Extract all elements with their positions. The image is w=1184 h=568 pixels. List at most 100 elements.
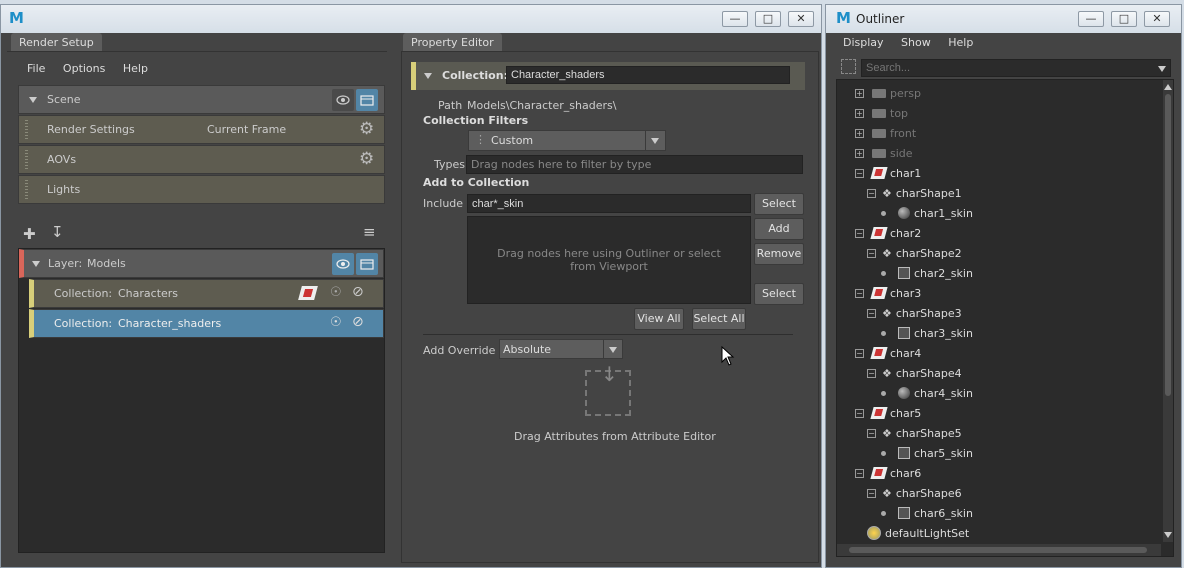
- outliner-item-shape[interactable]: − ❖ charShape5: [867, 423, 962, 443]
- menu-display[interactable]: Display: [843, 36, 884, 49]
- drop-area[interactable]: Drag nodes here using Outliner or select…: [467, 216, 751, 304]
- maximize-button[interactable]: □: [755, 11, 781, 27]
- menu-file[interactable]: File: [27, 62, 45, 75]
- drop-attribute-icon[interactable]: ↓: [585, 362, 631, 416]
- outliner-item-skin[interactable]: char6_skin: [881, 503, 973, 523]
- types-field[interactable]: Drag nodes here to filter by type: [466, 155, 803, 174]
- gear-icon[interactable]: ⚙: [359, 149, 374, 169]
- outliner-item-char[interactable]: − char3: [855, 283, 921, 303]
- close-button[interactable]: ✕: [788, 11, 814, 27]
- filter-dropdown[interactable]: ⋮ Custom: [468, 130, 666, 151]
- collapse-triangle-icon[interactable]: [29, 97, 37, 103]
- outliner-item-shape[interactable]: − ❖ charShape3: [867, 303, 962, 323]
- minimize-button[interactable]: —: [722, 11, 748, 27]
- tab-property-editor[interactable]: Property Editor: [403, 33, 502, 51]
- chevron-down-icon[interactable]: [1158, 66, 1166, 72]
- checklist-icon[interactable]: ≡: [363, 223, 376, 241]
- select-button[interactable]: Select: [754, 193, 804, 215]
- menu-help[interactable]: Help: [948, 36, 973, 49]
- outliner-item-camera[interactable]: + persp: [855, 83, 921, 103]
- menu-options[interactable]: Options: [63, 62, 105, 75]
- outliner-item-shape[interactable]: − ❖ charShape4: [867, 363, 962, 383]
- include-field[interactable]: [467, 194, 751, 213]
- outliner-item-camera[interactable]: + top: [855, 103, 908, 123]
- gear-icon[interactable]: ⚙: [359, 119, 374, 139]
- override-dropdown[interactable]: Absolute: [499, 339, 623, 359]
- menu-show[interactable]: Show: [901, 36, 931, 49]
- drag-grip[interactable]: [25, 120, 28, 141]
- collapse-icon[interactable]: −: [867, 248, 876, 258]
- outliner-item-shape[interactable]: − ❖ charShape1: [867, 183, 962, 203]
- outliner-item-light-set[interactable]: defaultLightSet: [867, 523, 969, 543]
- outliner-item-camera[interactable]: + front: [855, 123, 916, 143]
- outliner-item-skin[interactable]: char2_skin: [881, 263, 973, 283]
- collapse-triangle-icon[interactable]: [32, 261, 40, 267]
- collection-name-field[interactable]: [506, 66, 790, 84]
- isolate-icon[interactable]: ☉: [330, 315, 342, 330]
- collapse-icon[interactable]: −: [867, 368, 876, 378]
- outliner-item-char[interactable]: − char6: [855, 463, 921, 483]
- visibility-eye-icon[interactable]: [332, 253, 354, 275]
- outliner-item-char[interactable]: − char4: [855, 343, 921, 363]
- menu-help[interactable]: Help: [123, 62, 148, 75]
- collapse-icon[interactable]: −: [855, 168, 864, 178]
- outliner-item-shape[interactable]: − ❖ charShape2: [867, 243, 962, 263]
- collapse-icon[interactable]: −: [855, 408, 864, 418]
- render-clapper-icon[interactable]: [356, 89, 378, 111]
- drag-grip[interactable]: [25, 150, 28, 171]
- expand-icon[interactable]: +: [855, 148, 864, 158]
- disable-icon[interactable]: ⊘: [352, 284, 364, 300]
- collection-row-characters[interactable]: Collection: Characters ☉ ⊘: [29, 279, 384, 308]
- connector-dot-icon: [881, 330, 886, 336]
- cube-shader-icon: [898, 327, 910, 339]
- isolate-icon[interactable]: ☉: [330, 285, 342, 300]
- import-icon[interactable]: ↧: [51, 223, 64, 241]
- filter-toggle-icon[interactable]: [841, 59, 856, 74]
- collection-row-character-shaders[interactable]: Collection: Character_shaders ☉ ⊘: [29, 309, 384, 338]
- collapse-icon[interactable]: −: [855, 468, 864, 478]
- outliner-item-skin[interactable]: char4_skin: [881, 383, 973, 403]
- scene-row[interactable]: Scene: [18, 85, 385, 114]
- close-button[interactable]: ✕: [1144, 11, 1170, 27]
- remove-button[interactable]: Remove: [754, 243, 804, 265]
- outliner-item-shape[interactable]: − ❖ charShape6: [867, 483, 962, 503]
- outliner-item-skin[interactable]: char5_skin: [881, 443, 973, 463]
- add-heading: Add to Collection: [423, 176, 530, 189]
- collapse-icon[interactable]: −: [867, 188, 876, 198]
- aovs-row[interactable]: AOVs ⚙: [18, 145, 385, 174]
- render-clapper-icon[interactable]: [356, 253, 378, 275]
- expand-icon[interactable]: +: [855, 88, 864, 98]
- collapse-triangle-icon[interactable]: [424, 73, 432, 79]
- disable-icon[interactable]: ⊘: [352, 314, 364, 330]
- tab-render-setup[interactable]: Render Setup: [11, 33, 102, 51]
- drag-grip[interactable]: [25, 180, 28, 201]
- minimize-button[interactable]: —: [1078, 11, 1104, 27]
- lights-row[interactable]: Lights: [18, 175, 385, 204]
- outliner-item-char[interactable]: − char1: [855, 163, 921, 183]
- maximize-button[interactable]: □: [1111, 11, 1137, 27]
- outliner-item-char[interactable]: − char5: [855, 403, 921, 423]
- add-button[interactable]: Add: [754, 218, 804, 240]
- outliner-item-skin[interactable]: char3_skin: [881, 323, 973, 343]
- select-button-2[interactable]: Select: [754, 283, 804, 305]
- collapse-icon[interactable]: −: [855, 228, 864, 238]
- render-settings-row[interactable]: Render Settings Current Frame ⚙: [18, 115, 385, 144]
- layer-row[interactable]: Layer: Models: [19, 249, 384, 278]
- visibility-eye-icon[interactable]: [332, 89, 354, 111]
- outliner-item-skin[interactable]: char1_skin: [881, 203, 973, 223]
- collapse-icon[interactable]: −: [867, 428, 876, 438]
- expand-icon[interactable]: +: [855, 128, 864, 138]
- outliner-item-camera[interactable]: + side: [855, 143, 913, 163]
- view-all-button[interactable]: View All: [634, 308, 684, 330]
- vertical-scrollbar[interactable]: [1163, 80, 1173, 542]
- expand-icon[interactable]: +: [855, 108, 864, 118]
- collapse-icon[interactable]: −: [867, 488, 876, 498]
- collapse-icon[interactable]: −: [867, 308, 876, 318]
- collapse-icon[interactable]: −: [855, 348, 864, 358]
- collapse-icon[interactable]: −: [855, 288, 864, 298]
- search-input[interactable]: [861, 59, 1171, 77]
- create-layer-icon[interactable]: ✚: [23, 225, 36, 243]
- outliner-item-char[interactable]: − char2: [855, 223, 921, 243]
- horizontal-scrollbar[interactable]: [837, 544, 1161, 556]
- select-all-button[interactable]: Select All: [692, 308, 746, 330]
